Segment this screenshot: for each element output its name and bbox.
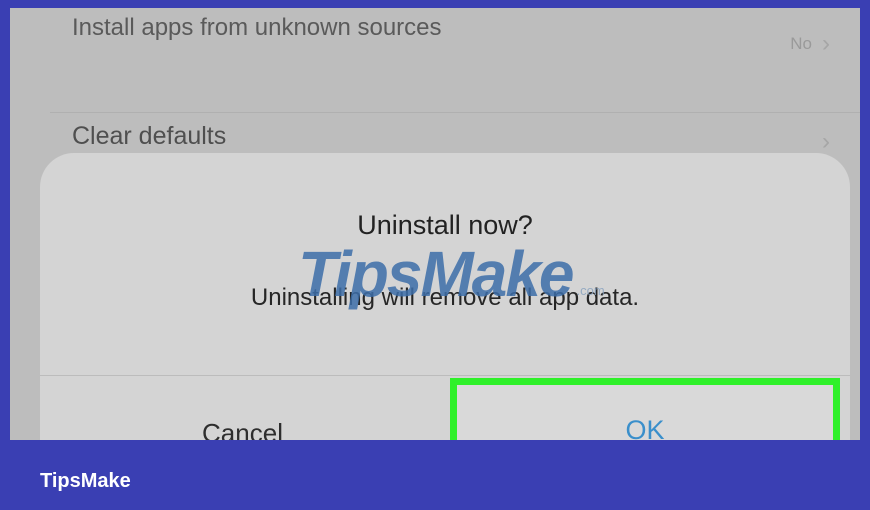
setting-title: Clear defaults	[72, 122, 227, 150]
brand-border-left	[0, 0, 10, 440]
cancel-button[interactable]: Cancel	[40, 376, 445, 440]
setting-title: Install apps from unknown sources	[72, 14, 442, 41]
brand-border-right	[860, 0, 870, 440]
cancel-button-label: Cancel	[202, 418, 283, 440]
ok-button[interactable]: OK	[450, 378, 840, 440]
dialog-title: Uninstall now?	[357, 210, 533, 240]
phone-screenshot: Install apps from unknown sources No › C…	[10, 8, 860, 440]
uninstall-dialog: Uninstall now? Uninstalling will remove …	[40, 153, 850, 440]
setting-value: No	[790, 34, 812, 53]
ok-button-label: OK	[625, 415, 665, 440]
brand-name: TipsMake	[40, 470, 131, 492]
chevron-right-icon: ›	[822, 30, 830, 57]
setting-install-unknown-sources[interactable]: Install apps from unknown sources No ›	[10, 8, 860, 108]
chevron-right-icon: ›	[822, 128, 830, 155]
brand-footer: TipsMake	[0, 440, 870, 510]
dialog-message: Uninstalling will remove all app data.	[250, 284, 640, 311]
setting-value-wrap: No ›	[790, 32, 830, 56]
list-divider	[50, 112, 860, 113]
brand-border-top	[0, 0, 870, 8]
image-frame: Install apps from unknown sources No › C…	[0, 0, 870, 510]
